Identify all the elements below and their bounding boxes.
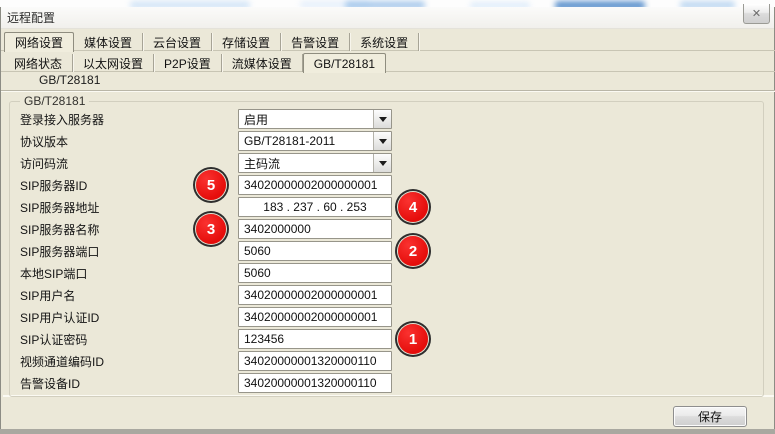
chevron-down-icon[interactable] xyxy=(373,154,391,172)
sip-server-port-label: SIP服务器端口 xyxy=(10,243,99,260)
form-row: SIP用户名 xyxy=(10,284,763,306)
sip-auth-password-label: SIP认证密码 xyxy=(10,331,87,348)
sip-server-name-fieldwrap: 3 xyxy=(238,219,392,239)
save-button-label: 保存 xyxy=(698,408,722,425)
form-row: 访问码流 主码流 xyxy=(10,152,763,174)
chevron-down-icon[interactable] xyxy=(373,110,391,128)
secondary-tabstrip: 网络状态以太网设置P2P设置流媒体设置GB/T28181 xyxy=(4,52,386,72)
login-server-select[interactable]: 启用 xyxy=(238,109,392,129)
close-button[interactable]: ✕ xyxy=(743,4,770,24)
access-stream-label: 访问码流 xyxy=(10,155,68,172)
subtab-ethernet[interactable]: 以太网设置 xyxy=(73,54,154,72)
login-server-label: 登录接入服务器 xyxy=(10,111,104,128)
form-row: SIP服务器ID 5 xyxy=(10,174,763,196)
subtab-network-status[interactable]: 网络状态 xyxy=(4,54,73,72)
access-stream-select[interactable]: 主码流 xyxy=(238,153,392,173)
close-icon: ✕ xyxy=(752,7,761,20)
dialog-body: 网络设置媒体设置云台设置存储设置告警设置系统设置 网络状态以太网设置P2P设置流… xyxy=(1,29,774,430)
primary-tabstrip: 网络设置媒体设置云台设置存储设置告警设置系统设置 xyxy=(4,31,419,51)
form-row: SIP服务器端口 2 xyxy=(10,240,763,262)
save-button[interactable]: 保存 xyxy=(673,406,747,427)
sip-user-auth-id-label: SIP用户认证ID xyxy=(10,309,99,326)
access-stream-selected-value: 主码流 xyxy=(239,155,373,172)
sip-server-address-label: SIP服务器地址 xyxy=(10,199,99,216)
sip-server-name-label: SIP服务器名称 xyxy=(10,221,99,238)
tab-storage[interactable]: 存储设置 xyxy=(212,33,281,51)
page-heading: GB/T28181 xyxy=(39,73,100,87)
sip-user-auth-id-fieldwrap xyxy=(238,307,392,327)
protocol-version-selected-value: GB/T28181-2011 xyxy=(239,134,373,148)
sip-username-fieldwrap xyxy=(238,285,392,305)
tab-media[interactable]: 媒体设置 xyxy=(74,33,143,51)
window-bottom-edge xyxy=(0,429,775,434)
tab-alarm[interactable]: 告警设置 xyxy=(281,33,350,51)
sip-auth-password-input[interactable] xyxy=(238,329,392,349)
sip-server-id-fieldwrap: 5 xyxy=(238,175,392,195)
form-rows: 登录接入服务器 启用协议版本 GB/T28181-2011 访问码流 主码流 SIP服务器… xyxy=(10,108,763,394)
form-row: SIP用户认证ID xyxy=(10,306,763,328)
sip-server-id-label: SIP服务器ID xyxy=(10,177,87,194)
login-server-fieldwrap: 启用 xyxy=(238,109,392,129)
access-stream-fieldwrap: 主码流 xyxy=(238,153,392,173)
video-channel-id-label: 视频通道编码ID xyxy=(10,353,104,370)
form-row: SIP认证密码 1 xyxy=(10,328,763,350)
subtab-stream-media[interactable]: 流媒体设置 xyxy=(222,54,303,72)
alarm-device-id-label: 告警设备ID xyxy=(10,375,80,392)
sip-server-address-fieldwrap: 4 xyxy=(238,197,392,217)
tab-ptz[interactable]: 云台设置 xyxy=(143,33,212,51)
local-sip-port-input[interactable] xyxy=(238,263,392,283)
window-title: 远程配置 xyxy=(7,9,55,26)
heading-divider xyxy=(1,90,775,92)
subtab-gbt28181[interactable]: GB/T28181 xyxy=(303,53,386,73)
form-row: 协议版本 GB/T28181-2011 xyxy=(10,130,763,152)
remote-config-dialog: 远程配置 ✕ 网络设置媒体设置云台设置存储设置告警设置系统设置 网络状态以太网设… xyxy=(0,7,775,429)
sip-auth-password-fieldwrap: 1 xyxy=(238,329,392,349)
form-row: 本地SIP端口 xyxy=(10,262,763,284)
form-row: SIP服务器地址 4 xyxy=(10,196,763,218)
sip-server-name-input[interactable] xyxy=(238,219,392,239)
sip-server-address-input[interactable] xyxy=(238,197,392,217)
chevron-down-icon[interactable] xyxy=(373,132,391,150)
local-sip-port-label: 本地SIP端口 xyxy=(10,265,87,282)
protocol-version-label: 协议版本 xyxy=(10,133,68,150)
sip-server-id-input[interactable] xyxy=(238,175,392,195)
tab-network[interactable]: 网络设置 xyxy=(4,32,74,52)
sip-server-port-input[interactable] xyxy=(238,241,392,261)
sip-username-label: SIP用户名 xyxy=(10,287,75,304)
alarm-device-id-input[interactable] xyxy=(238,373,392,393)
sip-server-port-fieldwrap: 2 xyxy=(238,241,392,261)
login-server-selected-value: 启用 xyxy=(239,111,373,128)
form-row: 告警设备ID xyxy=(10,372,763,394)
sip-username-input[interactable] xyxy=(238,285,392,305)
protocol-version-select[interactable]: GB/T28181-2011 xyxy=(238,131,392,151)
protocol-version-fieldwrap: GB/T28181-2011 xyxy=(238,131,392,151)
title-bar[interactable]: 远程配置 ✕ xyxy=(1,7,774,29)
subtab-p2p[interactable]: P2P设置 xyxy=(154,54,222,72)
form-row: 视频通道编码ID xyxy=(10,350,763,372)
form-row: 登录接入服务器 启用 xyxy=(10,108,763,130)
form-row: SIP服务器名称 3 xyxy=(10,218,763,240)
gbt28181-groupbox: GB/T28181 登录接入服务器启用协议版本GB/T28181-2011访问码… xyxy=(9,101,764,397)
local-sip-port-fieldwrap xyxy=(238,263,392,283)
sip-user-auth-id-input[interactable] xyxy=(238,307,392,327)
video-channel-id-fieldwrap xyxy=(238,351,392,371)
video-channel-id-input[interactable] xyxy=(238,351,392,371)
alarm-device-id-fieldwrap xyxy=(238,373,392,393)
tab-system[interactable]: 系统设置 xyxy=(350,33,419,51)
groupbox-legend: GB/T28181 xyxy=(20,94,89,108)
